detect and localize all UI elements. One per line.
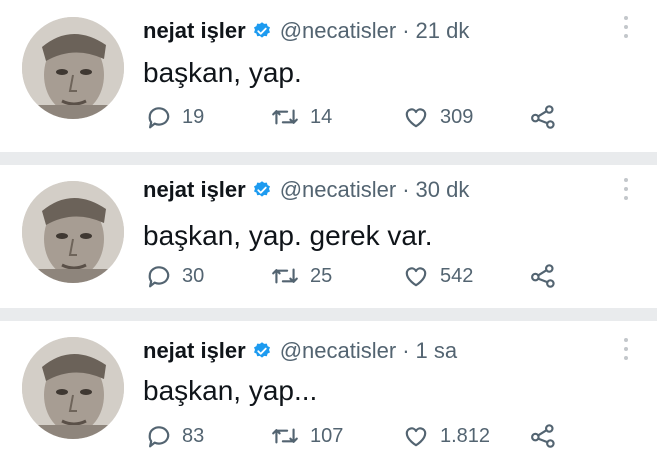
author-handle[interactable]: @necatisler xyxy=(280,338,397,364)
retweet-count: 107 xyxy=(310,424,344,447)
heart-icon xyxy=(405,427,427,447)
retweet-icon xyxy=(272,428,298,444)
more-vertical-icon[interactable] xyxy=(624,338,630,365)
reply-count: 83 xyxy=(182,424,205,447)
share-icon xyxy=(531,264,555,288)
share-button[interactable] xyxy=(530,103,560,131)
tweet-actions: 19 14 309 xyxy=(146,103,586,131)
tweet-divider xyxy=(0,152,657,165)
author-handle[interactable]: @necatisler xyxy=(280,18,397,44)
share-icon xyxy=(531,424,555,448)
verified-badge-icon xyxy=(253,342,270,358)
tweet-header: nejat işler @necatisler · 30 dk xyxy=(143,177,469,203)
tweet-header: nejat işler @necatisler · 21 dk xyxy=(143,18,469,44)
reply-icon xyxy=(148,426,170,448)
tweet-actions: 83 107 1.812 xyxy=(146,422,586,450)
tweet-text: başkan, yap. xyxy=(143,57,302,88)
meta-separator: · xyxy=(402,177,410,202)
more-vertical-icon[interactable] xyxy=(624,16,630,43)
avatar[interactable] xyxy=(22,337,124,439)
tweet-feed: nejat işler @necatisler · 21 dk başkan, … xyxy=(0,0,657,467)
retweet-count: 25 xyxy=(310,264,333,287)
like-count: 1.812 xyxy=(440,424,491,447)
retweet-icon xyxy=(272,109,298,125)
retweet-button[interactable]: 107 xyxy=(270,422,343,450)
verified-badge-icon xyxy=(253,181,270,197)
more-vertical-icon[interactable] xyxy=(624,178,630,205)
heart-icon xyxy=(405,108,427,128)
tweet-text: başkan, yap... xyxy=(143,375,318,406)
tweet-timestamp[interactable]: 21 dk xyxy=(416,18,470,44)
tweet[interactable]: nejat işler @necatisler · 21 dk başkan, … xyxy=(0,0,657,152)
tweet-actions: 30 25 542 xyxy=(146,262,586,290)
share-icon xyxy=(531,105,555,129)
tweet-text: başkan, yap. gerek var. xyxy=(143,220,433,251)
reply-count: 19 xyxy=(182,105,205,128)
like-count: 542 xyxy=(440,264,474,287)
reply-icon xyxy=(148,266,170,288)
reply-icon xyxy=(148,107,170,129)
author-name[interactable]: nejat işler xyxy=(143,177,246,203)
tweet[interactable]: nejat işler @necatisler · 1 sa başkan, y… xyxy=(0,321,657,467)
retweet-button[interactable]: 14 xyxy=(270,103,332,131)
meta-separator: · xyxy=(402,338,410,363)
retweet-button[interactable]: 25 xyxy=(270,262,332,290)
like-count: 309 xyxy=(440,105,474,128)
verified-badge-icon xyxy=(253,22,270,38)
share-button[interactable] xyxy=(530,262,560,290)
tweet[interactable]: nejat işler @necatisler · 30 dk başkan, … xyxy=(0,165,657,308)
tweet-timestamp[interactable]: 30 dk xyxy=(416,177,470,203)
author-name[interactable]: nejat işler xyxy=(143,18,246,44)
like-button[interactable]: 309 xyxy=(402,103,473,131)
reply-count: 30 xyxy=(182,264,205,287)
avatar[interactable] xyxy=(22,17,124,119)
reply-button[interactable]: 83 xyxy=(146,422,204,450)
reply-button[interactable]: 19 xyxy=(146,103,204,131)
heart-icon xyxy=(405,267,427,287)
tweet-header: nejat işler @necatisler · 1 sa xyxy=(143,338,457,364)
meta-separator: · xyxy=(402,18,410,43)
tweet-timestamp[interactable]: 1 sa xyxy=(416,338,458,364)
retweet-icon xyxy=(272,268,298,284)
like-button[interactable]: 1.812 xyxy=(402,422,490,450)
avatar[interactable] xyxy=(22,181,124,283)
author-handle[interactable]: @necatisler xyxy=(280,177,397,203)
author-name[interactable]: nejat işler xyxy=(143,338,246,364)
retweet-count: 14 xyxy=(310,105,333,128)
like-button[interactable]: 542 xyxy=(402,262,473,290)
reply-button[interactable]: 30 xyxy=(146,262,204,290)
tweet-divider xyxy=(0,308,657,321)
share-button[interactable] xyxy=(530,422,560,450)
